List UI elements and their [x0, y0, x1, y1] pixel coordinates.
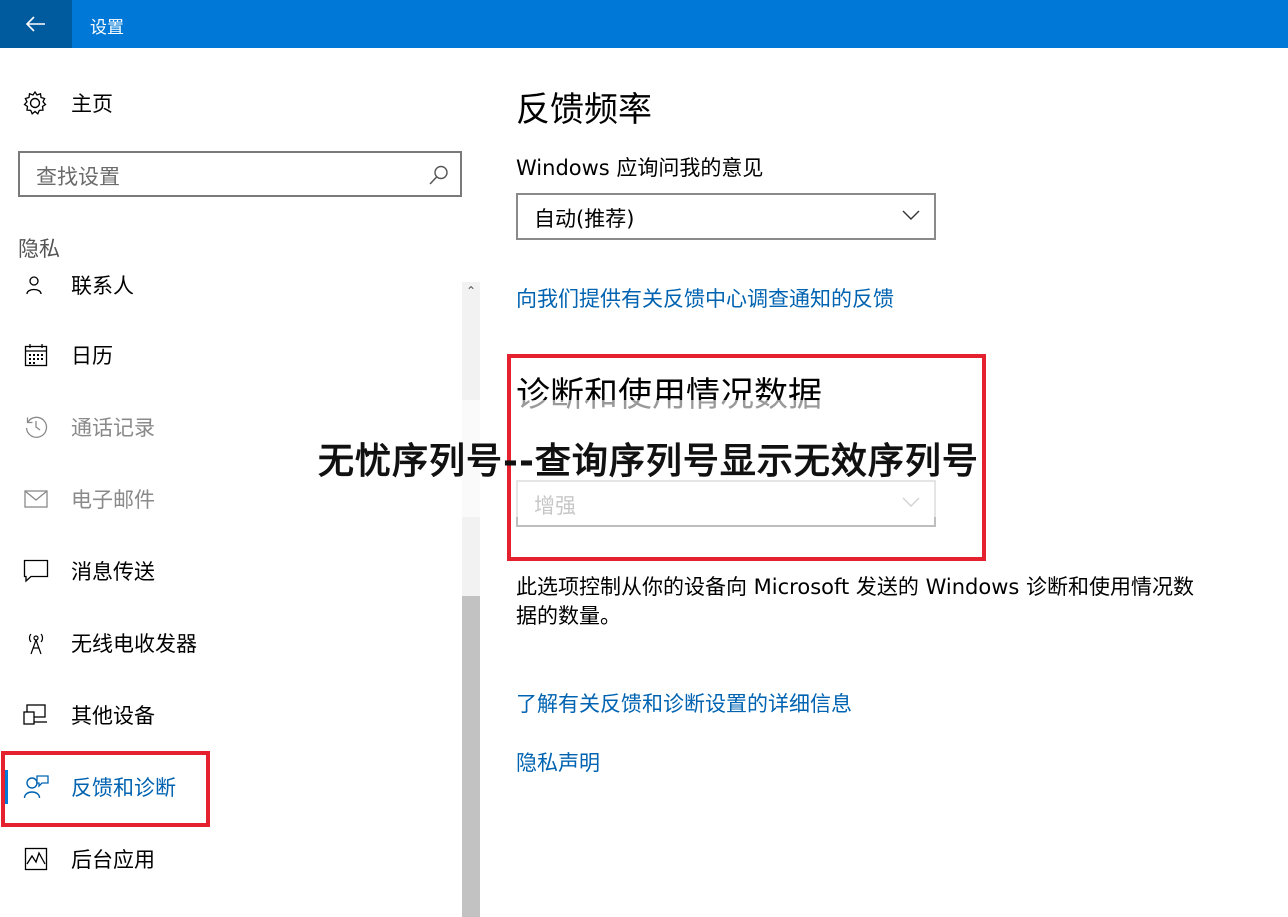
watermark-text: 无忧序列号--查询序列号显示无效序列号	[318, 441, 979, 482]
sidebar-item-contacts[interactable]: 联系人	[0, 272, 460, 314]
feedback-frequency-value: 自动(推荐)	[534, 207, 635, 231]
message-icon	[22, 557, 50, 585]
feedback-question-label: Windows 应询问我的意见	[516, 156, 764, 180]
search-icon[interactable]	[428, 164, 450, 186]
sidebar-item-label: 消息传送	[71, 560, 155, 584]
window-title: 设置	[90, 18, 124, 38]
background-apps-icon	[22, 845, 50, 873]
title-bar: 设置	[0, 0, 1288, 48]
devices-icon	[22, 701, 50, 729]
feedback-hub-survey-link[interactable]: 向我们提供有关反馈中心调查通知的反馈	[516, 283, 894, 313]
scroll-up-arrow-icon[interactable]: ⌃	[462, 282, 480, 300]
search-placeholder: 查找设置	[36, 165, 120, 189]
highlight-box-feedback-item	[1, 751, 210, 827]
mail-icon	[22, 485, 50, 513]
sidebar-item-label: 电子邮件	[71, 488, 155, 512]
sidebar-item-label: 无线电收发器	[71, 632, 197, 656]
feedback-frequency-title: 反馈频率	[516, 90, 652, 130]
sidebar-item-label: 日历	[71, 344, 113, 368]
radio-icon	[22, 629, 50, 657]
back-arrow-icon	[26, 16, 45, 32]
sidebar-item-label: 联系人	[71, 274, 134, 298]
feedback-frequency-dropdown[interactable]: 自动(推荐)	[516, 193, 936, 240]
home-link[interactable]: 主页	[22, 86, 113, 120]
sidebar-item-label: 其他设备	[71, 704, 155, 728]
back-button[interactable]	[0, 0, 72, 48]
scrollbar-thumb[interactable]	[462, 596, 480, 917]
search-box[interactable]: 查找设置	[18, 151, 462, 197]
sidebar-item-other-devices[interactable]: 其他设备	[0, 686, 460, 744]
diagnostics-description: 此选项控制从你的设备向 Microsoft 发送的 Windows 诊断和使用情…	[516, 575, 1195, 628]
sidebar-item-messaging[interactable]: 消息传送	[0, 542, 460, 600]
sidebar-item-background-apps[interactable]: 后台应用	[0, 830, 460, 888]
sidebar-item-label: 后台应用	[71, 848, 155, 872]
contacts-icon	[22, 272, 50, 299]
privacy-statement-link[interactable]: 隐私声明	[516, 747, 600, 777]
history-icon	[22, 413, 50, 441]
gear-icon	[23, 90, 47, 115]
section-title: 隐私	[18, 237, 60, 261]
sidebar-item-calendar[interactable]: 日历	[0, 326, 460, 384]
sidebar-item-label: 通话记录	[71, 416, 155, 440]
home-label: 主页	[71, 92, 113, 116]
learn-more-link[interactable]: 了解有关反馈和诊断设置的详细信息	[516, 688, 852, 718]
sidebar-item-radios[interactable]: 无线电收发器	[0, 614, 460, 672]
chevron-down-icon	[902, 210, 920, 220]
calendar-icon	[22, 341, 50, 369]
